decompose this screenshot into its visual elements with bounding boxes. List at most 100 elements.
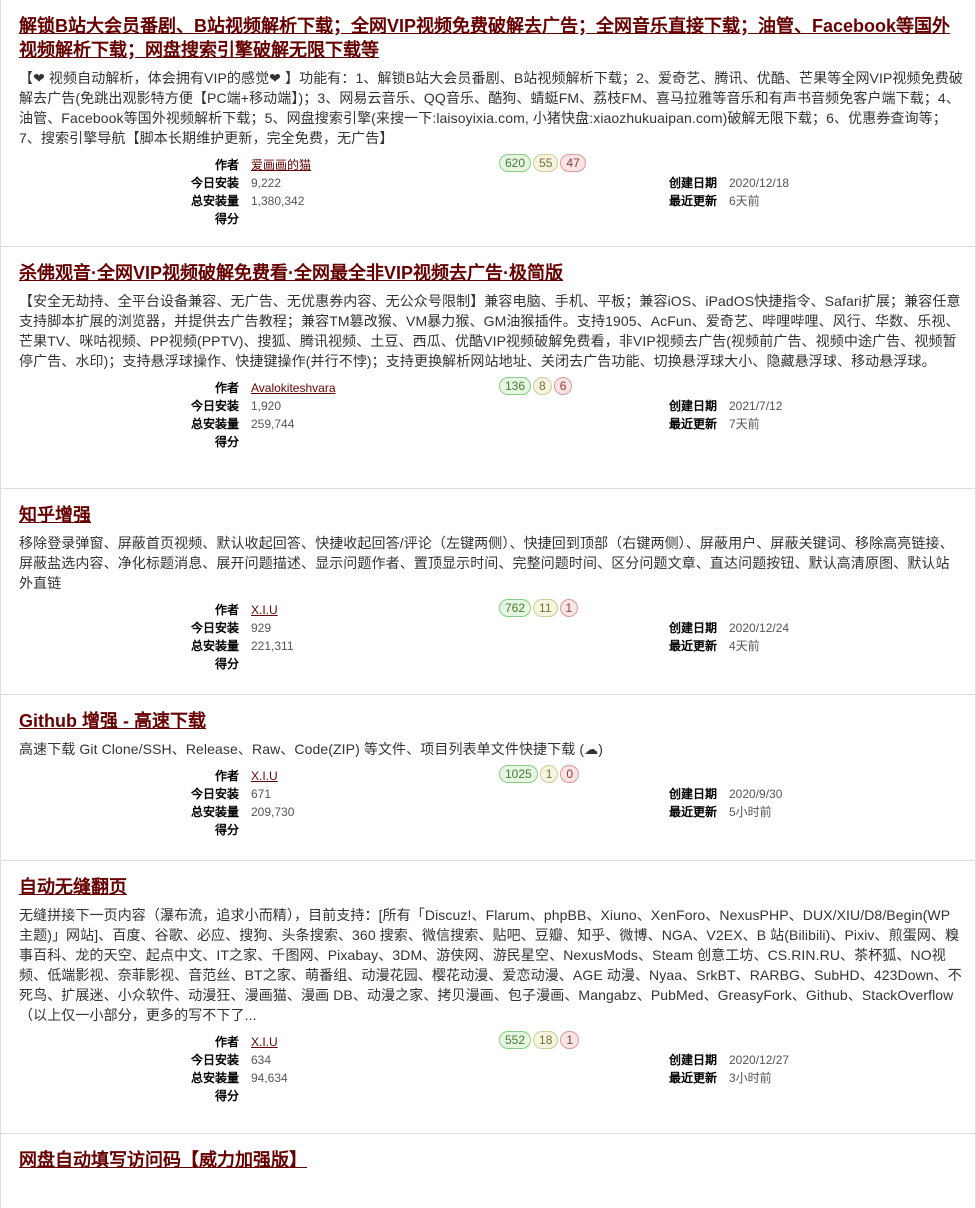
updated-date-value: 5小时前 xyxy=(729,805,772,819)
created-label: 创建日期 xyxy=(668,621,717,635)
bad-rating-badge: 1 xyxy=(560,1031,580,1049)
total-installs-value: 209,730 xyxy=(251,805,295,819)
total-installs-label: 总安装量 xyxy=(190,639,239,653)
script-title-link[interactable]: 自动无缝翻页 xyxy=(19,875,963,899)
updated-date-value: 7天前 xyxy=(729,417,760,431)
author-label: 作者 xyxy=(214,1035,239,1049)
date-values: 2020/12/24 4天前 xyxy=(729,619,789,655)
ok-rating-badge: 1 xyxy=(539,765,559,783)
daily-installs-value: 9,222 xyxy=(251,176,282,190)
total-installs-label: 总安装量 xyxy=(190,1071,239,1085)
script-description: 【❤ 视频自动解析，体会拥有VIP的感觉❤ 】功能有：1、解锁B站大会员番剧、B… xyxy=(19,70,963,146)
meta-labels: 作者 今日安装 总安装量 得分 xyxy=(19,601,239,673)
updated-label: 最近更新 xyxy=(668,194,717,208)
total-installs-value: 1,380,342 xyxy=(251,194,305,208)
script-title-link[interactable]: 解锁B站大会员番剧、B站视频解析下载；全网VIP视频免费破解去广告；全网音乐直接… xyxy=(19,14,963,62)
created-label: 创建日期 xyxy=(668,1053,717,1067)
updated-date-value: 4天前 xyxy=(729,639,760,653)
bad-rating-badge: 6 xyxy=(553,377,573,395)
daily-installs-value: 671 xyxy=(251,787,272,801)
rating-badges: 762 11 1 xyxy=(499,599,579,617)
author-link[interactable]: Avalokiteshvara xyxy=(251,381,336,395)
created-date-value: 2020/12/24 xyxy=(729,621,790,635)
updated-label: 最近更新 xyxy=(668,1071,717,1085)
list-item: 知乎增强 移除登录弹窗、屏蔽首页视频、默认收起回答、快捷收起回答/评论（左键两侧… xyxy=(1,489,975,695)
date-values: 2020/9/30 5小时前 xyxy=(729,785,782,821)
updated-label: 最近更新 xyxy=(668,805,717,819)
bad-rating-badge: 0 xyxy=(560,765,580,783)
date-labels: 创建日期 最近更新 xyxy=(663,397,717,433)
updated-label: 最近更新 xyxy=(668,639,717,653)
daily-installs-value: 1,920 xyxy=(251,399,282,413)
rating-badges: 552 18 1 xyxy=(499,1031,580,1049)
script-description: 【安全无劫持、全平台设备兼容、无广告、无优惠券内容、无公众号限制】兼容电脑、手机… xyxy=(19,293,961,369)
ok-rating-badge: 55 xyxy=(533,154,559,172)
rating-badges: 136 8 6 xyxy=(499,377,573,395)
rating-badges: 620 55 47 xyxy=(499,154,586,172)
list-item: 网盘自动填写访问码【威力加强版】 xyxy=(1,1134,975,1208)
good-rating-badge: 552 xyxy=(499,1031,532,1049)
good-rating-badge: 762 xyxy=(499,599,532,617)
created-label: 创建日期 xyxy=(668,399,717,413)
author-link[interactable]: X.I.U xyxy=(251,603,278,617)
author-label: 作者 xyxy=(214,158,239,172)
meta-values: Avalokiteshvara 1,920 259,744 xyxy=(251,379,336,451)
score-label: 得分 xyxy=(214,823,239,837)
daily-installs-label: 今日安装 xyxy=(190,399,239,413)
good-rating-badge: 620 xyxy=(499,154,532,172)
updated-date-value: 6天前 xyxy=(729,194,760,208)
total-installs-value: 94,634 xyxy=(251,1071,288,1085)
updated-date-value: 3小时前 xyxy=(729,1071,772,1085)
daily-installs-label: 今日安装 xyxy=(190,787,239,801)
date-labels: 创建日期 最近更新 xyxy=(663,1051,717,1087)
meta-labels: 作者 今日安装 总安装量 得分 xyxy=(19,156,239,228)
meta-values: X.I.U 929 221,311 xyxy=(251,601,294,673)
total-installs-label: 总安装量 xyxy=(190,417,239,431)
score-label: 得分 xyxy=(214,212,239,226)
daily-installs-label: 今日安装 xyxy=(190,176,239,190)
ok-rating-badge: 18 xyxy=(533,1031,559,1049)
author-label: 作者 xyxy=(214,769,239,783)
script-title-link[interactable]: 知乎增强 xyxy=(19,503,963,527)
list-item: Github 增强 - 高速下载 高速下载 Git Clone/SSH、Rele… xyxy=(1,695,975,861)
meta-values: X.I.U 671 209,730 xyxy=(251,767,294,839)
script-title-link[interactable]: 杀佛观音·全网VIP视频破解免费看·全网最全非VIP视频去广告·极简版 xyxy=(19,261,963,285)
meta-values: X.I.U 634 94,634 xyxy=(251,1033,288,1105)
total-installs-value: 259,744 xyxy=(251,417,295,431)
daily-installs-label: 今日安装 xyxy=(190,1053,239,1067)
list-item: 自动无缝翻页 无缝拼接下一页内容（瀑布流，追求小而精），目前支持：[所有「Dis… xyxy=(1,861,975,1134)
good-rating-badge: 136 xyxy=(499,377,532,395)
daily-installs-value: 929 xyxy=(251,621,272,635)
created-date-value: 2020/12/27 xyxy=(729,1053,790,1067)
script-description: 移除登录弹窗、屏蔽首页视频、默认收起回答、快捷收起回答/评论（左键两侧）、快捷回… xyxy=(19,535,954,591)
total-installs-value: 221,311 xyxy=(251,639,294,653)
created-date-value: 2020/12/18 xyxy=(729,176,790,190)
date-labels: 创建日期 最近更新 xyxy=(663,785,717,821)
date-values: 2020/12/18 6天前 xyxy=(729,174,789,210)
bad-rating-badge: 1 xyxy=(559,599,579,617)
script-description: 高速下载 Git Clone/SSH、Release、Raw、Code(ZIP)… xyxy=(19,741,603,757)
created-date-value: 2021/7/12 xyxy=(729,399,783,413)
score-label: 得分 xyxy=(214,657,239,671)
total-installs-label: 总安装量 xyxy=(190,805,239,819)
list-item: 杀佛观音·全网VIP视频破解免费看·全网最全非VIP视频去广告·极简版 【安全无… xyxy=(1,247,975,489)
created-label: 创建日期 xyxy=(668,176,717,190)
score-label: 得分 xyxy=(214,435,239,449)
meta-values: 爱画画的猫 9,222 1,380,342 xyxy=(251,156,311,228)
total-installs-label: 总安装量 xyxy=(190,194,239,208)
list-item: 解锁B站大会员番剧、B站视频解析下载；全网VIP视频免费破解去广告；全网音乐直接… xyxy=(1,0,975,247)
daily-installs-label: 今日安装 xyxy=(190,621,239,635)
author-link[interactable]: 爱画画的猫 xyxy=(251,158,311,172)
ok-rating-badge: 11 xyxy=(533,599,558,617)
daily-installs-value: 634 xyxy=(251,1053,272,1067)
script-title-link[interactable]: Github 增强 - 高速下载 xyxy=(19,709,963,733)
author-link[interactable]: X.I.U xyxy=(251,1035,278,1049)
script-title-link[interactable]: 网盘自动填写访问码【威力加强版】 xyxy=(19,1148,963,1172)
updated-label: 最近更新 xyxy=(668,417,717,431)
author-link[interactable]: X.I.U xyxy=(251,769,278,783)
created-label: 创建日期 xyxy=(668,787,717,801)
meta-labels: 作者 今日安装 总安装量 得分 xyxy=(19,767,239,839)
rating-badges: 1025 1 0 xyxy=(499,765,580,783)
author-label: 作者 xyxy=(214,603,239,617)
author-label: 作者 xyxy=(214,381,239,395)
